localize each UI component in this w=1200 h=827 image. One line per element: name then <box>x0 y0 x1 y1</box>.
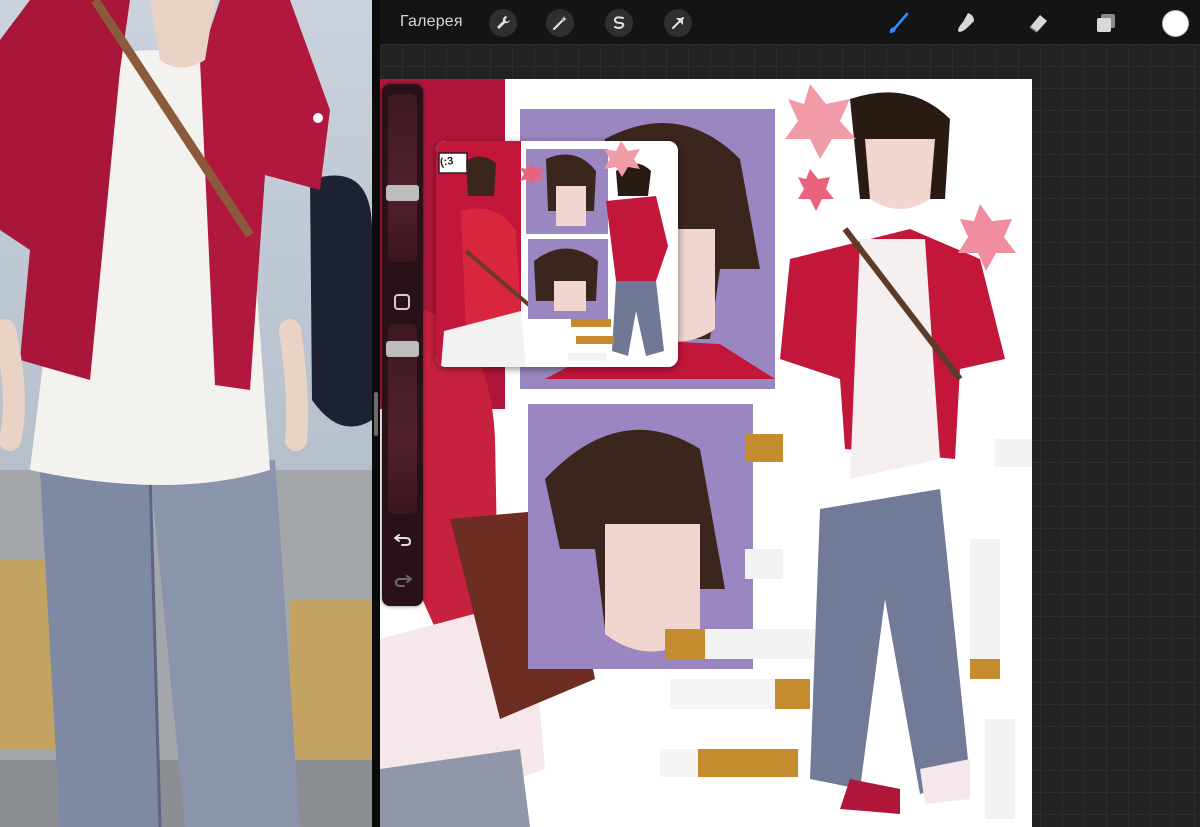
selection-icon <box>613 16 625 29</box>
layers-button[interactable] <box>1091 8 1121 38</box>
reference-window[interactable]: (:3 <box>436 141 678 367</box>
reference-window-thumbnail <box>436 141 678 367</box>
undo-button[interactable] <box>390 528 416 550</box>
side-bar <box>382 84 423 606</box>
transform-button[interactable] <box>664 9 692 37</box>
reference-photo <box>0 0 372 827</box>
undo-icon <box>394 534 412 546</box>
transform-arrow-icon <box>672 17 684 29</box>
brush-size-thumb[interactable] <box>386 185 419 202</box>
brush-tool-button[interactable] <box>883 8 913 38</box>
redo-button[interactable] <box>390 569 416 591</box>
brush-size-slider[interactable] <box>388 94 417 262</box>
gallery-button[interactable]: Галерея <box>400 13 463 31</box>
color-picker-button[interactable] <box>1162 10 1189 37</box>
redo-icon <box>394 575 412 587</box>
eraser-icon <box>1029 15 1047 33</box>
reference-photo-illustration <box>0 0 372 827</box>
brush-icon <box>889 12 909 33</box>
selection-button[interactable] <box>605 9 633 37</box>
square-modify-icon[interactable] <box>394 294 410 310</box>
smudge-tool-button[interactable] <box>951 8 981 38</box>
layers-icon <box>1097 14 1115 32</box>
drawing-canvas[interactable]: (:3 <box>380 79 1032 827</box>
split-view-handle[interactable] <box>374 392 378 436</box>
eraser-tool-button[interactable] <box>1023 8 1053 38</box>
actions-button[interactable] <box>489 9 517 37</box>
opacity-thumb[interactable] <box>386 341 419 358</box>
procreate-app: (:3 Галерея <box>380 0 1200 827</box>
wrench-icon <box>497 16 510 29</box>
reference-sticker-text: (:3 <box>439 155 455 169</box>
magic-wand-icon <box>552 16 567 31</box>
smudge-icon <box>958 13 974 32</box>
adjustments-button[interactable] <box>546 9 574 37</box>
top-toolbar: Галерея <box>380 0 1200 44</box>
